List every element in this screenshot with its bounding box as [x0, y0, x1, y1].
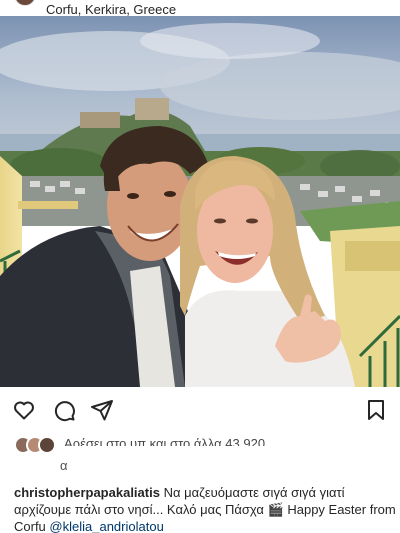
photo-illustration	[0, 16, 400, 387]
likes-row[interactable]: Αρέσει στο υπ και στο άλλα 43.920	[14, 434, 394, 454]
action-bar	[0, 388, 400, 428]
caption-username[interactable]: christopherpapakaliatis	[14, 485, 160, 500]
bookmark-icon[interactable]	[364, 398, 388, 422]
liker-avatars	[14, 436, 60, 454]
clapperboard-emoji: 🎬	[267, 502, 284, 517]
comment-icon[interactable]	[52, 398, 76, 422]
likes-text-continued: α	[60, 458, 68, 470]
user-avatar[interactable]	[14, 0, 36, 6]
liker-avatar	[38, 436, 56, 454]
caption-mention-link[interactable]: @klelia_andriolatou	[49, 519, 163, 533]
post-location[interactable]: Corfu, Kerkira, Greece	[46, 2, 176, 17]
post-caption: christopherpapakaliatis Να μαζευόμαστε σ…	[14, 484, 396, 533]
heart-icon[interactable]	[12, 398, 36, 422]
share-icon[interactable]	[90, 398, 114, 422]
post-photo[interactable]	[0, 16, 400, 387]
likes-text[interactable]: Αρέσει στο υπ και στο άλλα 43.920	[64, 436, 364, 446]
